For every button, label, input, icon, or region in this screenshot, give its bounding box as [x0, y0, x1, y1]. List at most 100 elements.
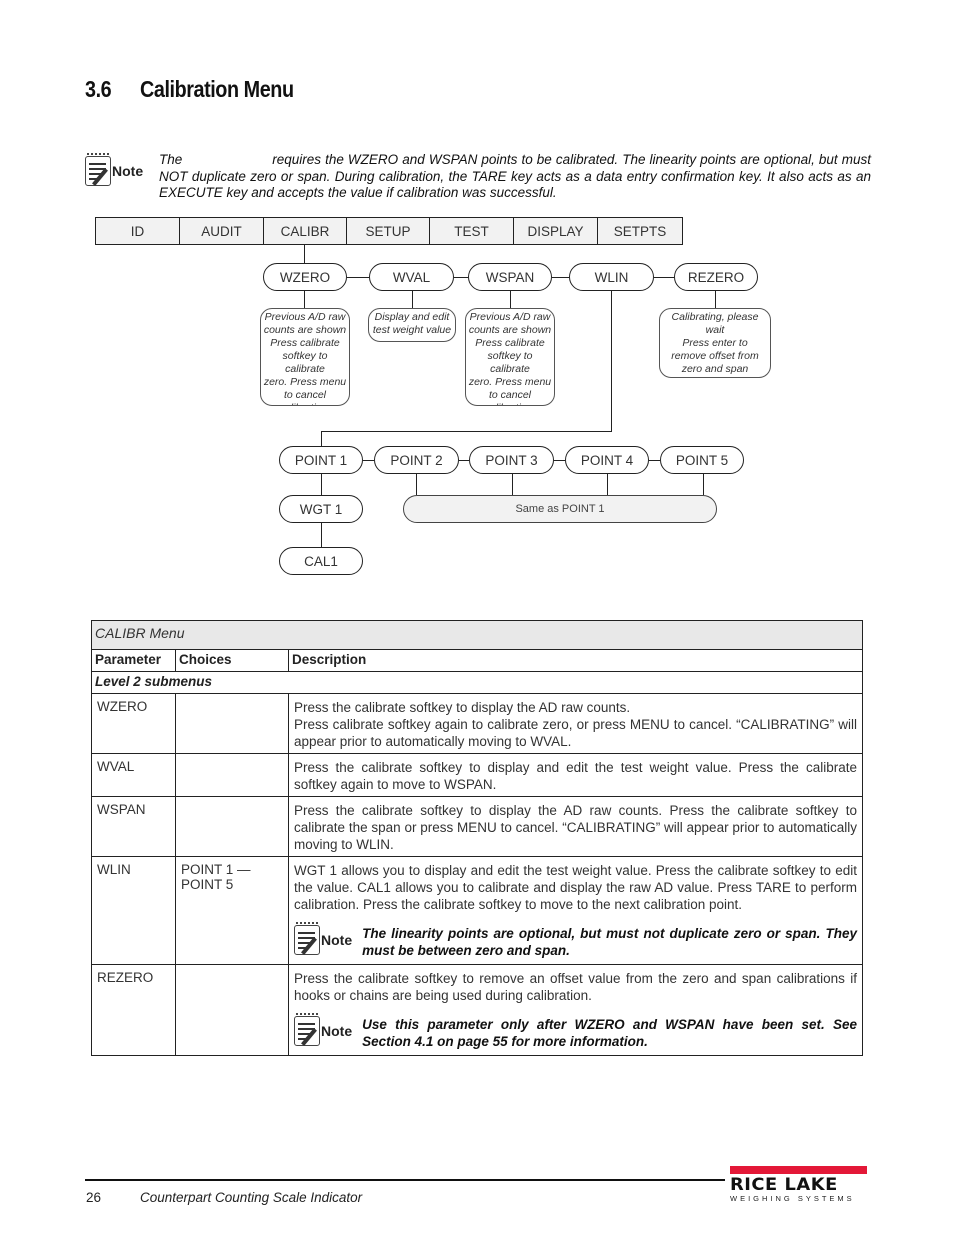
notepad-icon [294, 922, 320, 955]
connector [321, 474, 322, 495]
node-wzero: WZERO [263, 263, 347, 291]
desc-cell: WGT 1 allows you to display and edit the… [288, 856, 863, 965]
param-cell: REZERO [91, 964, 176, 1056]
param-cell: WLIN [91, 856, 176, 965]
choices-cell [175, 693, 289, 754]
connector [304, 291, 305, 308]
notepad-icon [294, 1013, 320, 1046]
connector [611, 291, 612, 431]
menu-calibr: CALIBR [264, 218, 347, 244]
page-number: 26 [86, 1190, 102, 1205]
logo-subtitle: WEIGHING SYSTEMS [730, 1194, 855, 1203]
connector [416, 474, 417, 495]
table-level-row: Level 2 submenus [91, 671, 863, 694]
logo-bar [730, 1166, 867, 1174]
choices-cell [175, 796, 289, 857]
desc-wzero: Previous A/D raw counts are shown Press … [260, 308, 350, 406]
footer-rule [85, 1179, 725, 1181]
choices-cell [175, 753, 289, 797]
cell-note: Note Use this parameter only after WZERO… [294, 1013, 857, 1050]
desc-text: Press the calibrate softkey to display t… [294, 803, 857, 852]
desc-text: Press the calibrate softkey to display t… [294, 700, 631, 715]
table-row: REZERO Press the calibrate softkey to re… [91, 964, 863, 1056]
desc-cell: Press the calibrate softkey to display a… [288, 753, 863, 797]
connector [607, 474, 608, 495]
desc-cell: Press the calibrate softkey to remove an… [288, 964, 863, 1056]
header-choices: Choices [175, 649, 289, 672]
menu-audit: AUDIT [180, 218, 264, 244]
table-header-row: Parameter Choices Description [91, 649, 863, 672]
connector [363, 460, 374, 461]
node-point-3: POINT 3 [469, 446, 554, 474]
desc-wval: Display and edit test weight value [368, 308, 456, 342]
node-wlin: WLIN [569, 263, 654, 291]
desc-text: Press the calibrate softkey to remove an… [294, 971, 857, 1003]
menu-display: DISPLAY [514, 218, 598, 244]
node-cal1: CAL1 [279, 547, 363, 575]
desc-rezero: Calibrating, please wait Press enter to … [659, 308, 771, 378]
desc-text: Press the calibrate softkey to display a… [294, 760, 857, 792]
desc-text: Press calibrate softkey again to calibra… [294, 717, 857, 749]
choices-cell: POINT 1 — POINT 5 [175, 856, 289, 965]
pen-icon [301, 1028, 317, 1046]
table-caption-row: CALIBR Menu [91, 620, 863, 650]
param-cell: WSPAN [91, 796, 176, 857]
header-parameter: Parameter [91, 649, 176, 672]
connector [347, 277, 369, 278]
node-rezero: REZERO [674, 263, 758, 291]
note-icon: Note [294, 1013, 353, 1046]
cell-note: Note The linearity points are optional, … [294, 922, 857, 959]
table-caption: CALIBR Menu [91, 620, 863, 650]
rice-lake-logo: RICE LAKE WEIGHING SYSTEMS [730, 1166, 870, 1203]
choices-line: POINT 5 [181, 877, 234, 892]
connector [459, 460, 469, 461]
connector [715, 291, 716, 308]
connector [321, 523, 322, 547]
param-cell: WZERO [91, 693, 176, 754]
menu-diagram: ID AUDIT CALIBR SETUP TEST DISPLAY SETPT… [0, 0, 954, 600]
pen-icon [301, 937, 317, 955]
connector [321, 431, 322, 446]
connector [321, 431, 612, 432]
connector [552, 277, 569, 278]
note-label: Note [321, 931, 353, 948]
desc-wspan: Previous A/D raw counts are shown Press … [465, 308, 555, 406]
node-point-1: POINT 1 [279, 446, 363, 474]
connector [454, 277, 468, 278]
node-wgt-1: WGT 1 [279, 495, 363, 523]
desc-text: WGT 1 allows you to display and edit the… [294, 863, 857, 912]
node-wspan: WSPAN [468, 263, 552, 291]
menu-setup: SETUP [347, 218, 430, 244]
logo-brand: RICE LAKE [730, 1175, 838, 1195]
table-row: WLIN POINT 1 — POINT 5 WGT 1 allows you … [91, 856, 863, 965]
header-description: Description [288, 649, 863, 672]
node-wval: WVAL [369, 263, 454, 291]
connector [412, 291, 413, 308]
connector [554, 460, 565, 461]
menu-test: TEST [430, 218, 514, 244]
note-text: Use this parameter only after WZERO and … [362, 1017, 857, 1049]
table-row: WVAL Press the calibrate softkey to disp… [91, 753, 863, 797]
node-point-4: POINT 4 [565, 446, 649, 474]
connector [304, 245, 305, 263]
choices-cell [175, 964, 289, 1056]
connector [649, 460, 660, 461]
param-cell: WVAL [91, 753, 176, 797]
node-point-2: POINT 2 [374, 446, 459, 474]
calibr-menu-table: CALIBR Menu Parameter Choices Descriptio… [91, 620, 863, 1056]
connector [510, 291, 511, 308]
connector [654, 277, 674, 278]
menu-bar: ID AUDIT CALIBR SETUP TEST DISPLAY SETPT… [95, 217, 683, 245]
note-text: The linearity points are optional, but m… [362, 926, 857, 958]
note-icon: Note [294, 922, 353, 955]
document-title: Counterpart Counting Scale Indicator [140, 1190, 363, 1205]
desc-cell: Press the calibrate softkey to display t… [288, 796, 863, 857]
choices-line: POINT 1 — [181, 862, 251, 877]
note-label: Note [321, 1022, 353, 1039]
desc-cell: Press the calibrate softkey to display t… [288, 693, 863, 754]
connector [512, 474, 513, 495]
menu-setpts: SETPTS [613, 223, 667, 239]
menu-id: ID [96, 218, 180, 244]
table-row: WZERO Press the calibrate softkey to dis… [91, 693, 863, 754]
level-label: Level 2 submenus [91, 671, 863, 694]
